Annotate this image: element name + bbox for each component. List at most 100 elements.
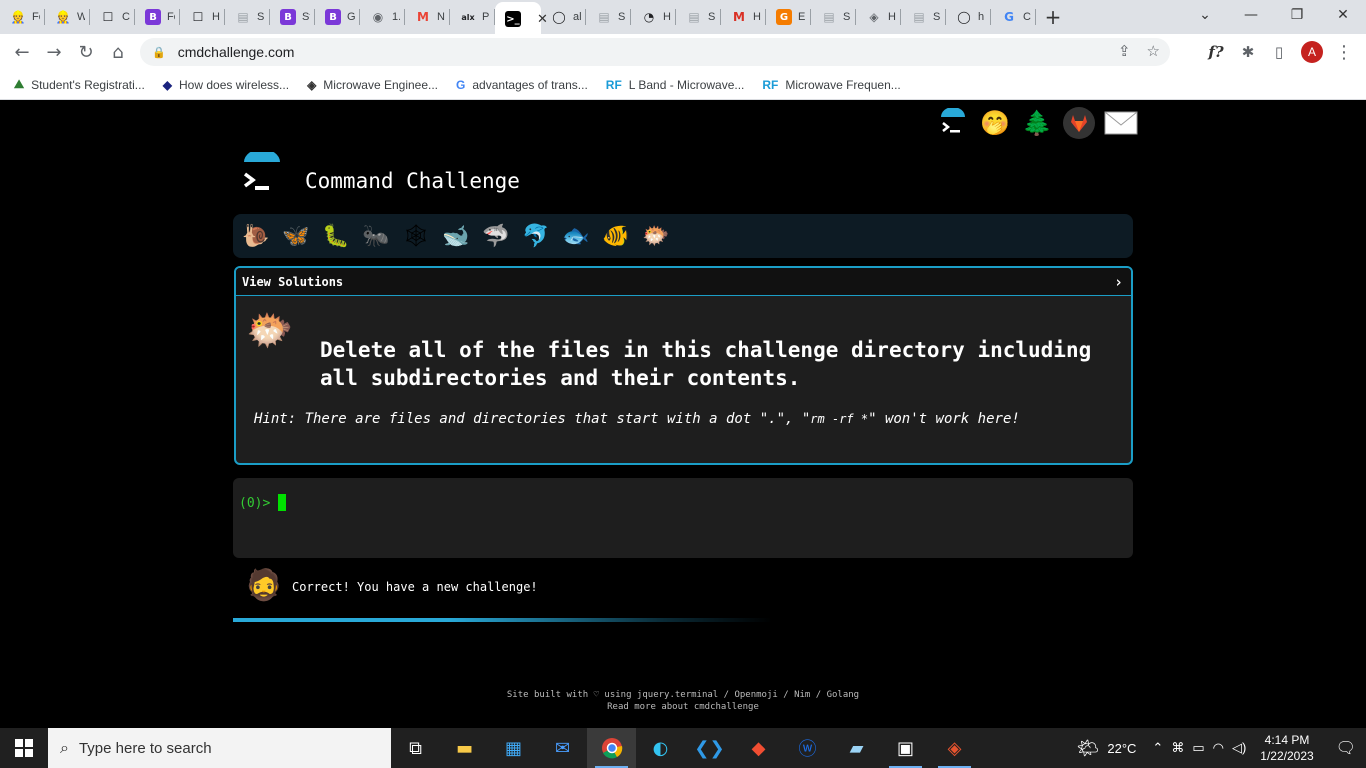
minimize-icon[interactable]: — (1228, 0, 1274, 30)
wifi-icon[interactable]: ◠ (1213, 740, 1224, 756)
hand-over-mouth-emoji-icon[interactable]: 🤭 (978, 106, 1012, 140)
meet-now-icon[interactable]: ⌘ (1171, 740, 1184, 756)
hint-prefix: Hint: There are files and directories th… (254, 411, 811, 427)
bookmark-item[interactable]: RF Microwave Frequen... (762, 78, 900, 92)
spider-web-icon[interactable]: 🕸 (401, 221, 431, 251)
browser-tab[interactable]: >_ ✕ (495, 2, 548, 36)
browser-tab[interactable]: MN (405, 0, 450, 34)
mail-icon[interactable] (1104, 106, 1138, 140)
close-window-icon[interactable]: ✕ (1320, 0, 1366, 30)
tab-title: H (753, 11, 761, 23)
browser-tab[interactable]: B Fo (135, 0, 180, 34)
footer-read-more-link[interactable]: Read more about cmdchallenge (0, 701, 1366, 713)
share-icon[interactable]: ⇪ (1118, 42, 1131, 60)
view-solutions-label[interactable]: View Solutions (242, 275, 343, 289)
browser-tab[interactable]: ◈ H (856, 0, 901, 34)
clock[interactable]: 4:14 PM 1/22/2023 (1260, 732, 1313, 764)
notepad-icon[interactable]: ▰ (832, 728, 881, 768)
terminal-logo-icon[interactable] (936, 106, 970, 140)
mail-app-icon[interactable]: ✉ (538, 728, 587, 768)
snail-icon[interactable]: 🐌 (241, 221, 271, 251)
terminal-app-icon[interactable]: ▣ (881, 728, 930, 768)
bookmark-item[interactable]: ◈ Microwave Enginee... (307, 78, 438, 92)
microsoft-store-icon[interactable]: ▦ (489, 728, 538, 768)
ant-icon[interactable]: 🐜 (361, 221, 391, 251)
blowfish-icon[interactable]: 🐡 (641, 221, 671, 251)
bookmark-star-icon[interactable]: ☆ (1147, 42, 1160, 60)
home-icon[interactable]: ⌂ (102, 36, 134, 68)
document-icon: ▤ (598, 10, 610, 24)
browser-tab[interactable]: ▤ S (811, 0, 856, 34)
caterpillar-icon[interactable]: 🐛 (321, 221, 351, 251)
browser-tab[interactable]: 👷 Fo (0, 0, 45, 34)
volume-icon[interactable]: ◁) (1232, 740, 1246, 756)
browser-tab[interactable]: ▤ S (901, 0, 946, 34)
footer-credits[interactable]: Site built with ♡ using jquery.terminal … (0, 689, 1366, 701)
bookmark-item[interactable]: Gadvantages of trans... (456, 78, 588, 92)
bookmark-item[interactable]: ◆ How does wireless... (163, 78, 289, 92)
browser-tab[interactable]: GC (991, 0, 1036, 34)
browser-tab[interactable]: ◯ al (541, 0, 586, 34)
browser-tab[interactable]: ▤ S (586, 0, 631, 34)
side-panel-icon[interactable]: ▯ (1267, 40, 1291, 64)
whale-icon[interactable]: 🐋 (441, 221, 471, 251)
dolphin-icon[interactable]: 🐬 (521, 221, 551, 251)
bookmark-item[interactable]: RF L Band - Microwave... (606, 78, 745, 92)
browser-tab[interactable]: ◔ H (631, 0, 676, 34)
git-icon[interactable]: ◆ (734, 728, 783, 768)
view-solutions-header[interactable]: View Solutions › (236, 268, 1131, 296)
restore-icon[interactable]: ❐ (1274, 0, 1320, 30)
puzzle-extensions-icon[interactable]: ✱ (1236, 40, 1260, 64)
git-bash-icon[interactable]: ◈ (930, 728, 979, 768)
browser-tab[interactable]: 👷 W (45, 0, 90, 34)
profile-avatar[interactable]: A (1301, 41, 1323, 63)
tab-title: S (708, 11, 716, 23)
windows-start-icon[interactable] (0, 728, 48, 768)
task-view-icon[interactable]: ⧉ (391, 728, 440, 768)
terminal-cursor[interactable] (278, 494, 286, 511)
new-tab-plus-icon[interactable]: + (1036, 0, 1070, 34)
browser-tab[interactable]: B St (270, 0, 315, 34)
bookmark-item[interactable]: ⛰ Student's Registrati... (14, 77, 145, 92)
browser-tab[interactable]: BG (315, 0, 360, 34)
weather-icon[interactable]: 🌤 (1077, 738, 1100, 759)
chrome-icon[interactable] (587, 728, 636, 768)
browser-tab[interactable]: ◯ h (946, 0, 991, 34)
butterfly-icon[interactable]: 🦋 (281, 221, 311, 251)
reload-icon[interactable]: ↻ (70, 36, 102, 68)
browser-tab[interactable]: GE (766, 0, 811, 34)
address-bar[interactable]: 🔒 cmdchallenge.com ⇪ ☆ (140, 38, 1170, 66)
edge-icon[interactable]: ◐ (636, 728, 685, 768)
browser-tab[interactable]: ☐ C (90, 0, 135, 34)
browser-tab[interactable]: MH (721, 0, 766, 34)
browser-tab[interactable]: ▤ S (225, 0, 270, 34)
chevron-right-icon[interactable]: › (1114, 273, 1123, 291)
url-text[interactable]: cmdchallenge.com (178, 44, 295, 60)
app-w-icon[interactable]: ⓦ (783, 728, 832, 768)
temperature[interactable]: 22°C (1107, 741, 1136, 756)
gitlab-icon[interactable] (1062, 106, 1096, 140)
taskbar-search[interactable]: ⌕ Type here to search (48, 728, 391, 768)
browser-tab[interactable]: ◉ 1. (360, 0, 405, 34)
browser-tab[interactable]: ☐ H (180, 0, 225, 34)
lock-icon[interactable]: 🔒 (152, 46, 166, 59)
tab-search-icon[interactable]: ⌄ (1182, 0, 1228, 30)
menu-kebab-icon[interactable]: ⋮ (1332, 40, 1356, 64)
browser-tab[interactable]: ▤ S (676, 0, 721, 34)
vscode-icon[interactable]: ❮❯ (685, 728, 734, 768)
notifications-icon[interactable]: 🗨 (1336, 738, 1356, 758)
chevron-up-icon[interactable]: ⌃ (1152, 740, 1163, 756)
gmail-icon: M (417, 10, 429, 24)
forward-arrow-icon[interactable]: → (38, 36, 70, 68)
extension-f-icon[interactable]: f? (1204, 40, 1228, 64)
browser-tab[interactable]: alx P (450, 0, 495, 34)
terminal-input[interactable]: (0)> (233, 478, 1133, 558)
battery-icon[interactable]: ▭ (1192, 740, 1204, 756)
fish-icon[interactable]: 🐟 (561, 221, 591, 251)
shark-icon[interactable]: 🦈 (481, 221, 511, 251)
back-arrow-icon[interactable]: ← (6, 36, 38, 68)
file-explorer-icon[interactable]: ▬ (440, 728, 489, 768)
search-icon: ⌕ (60, 738, 69, 757)
tropical-fish-icon[interactable]: 🐠 (601, 221, 631, 251)
tree-icon[interactable]: 🌲 (1020, 106, 1054, 140)
